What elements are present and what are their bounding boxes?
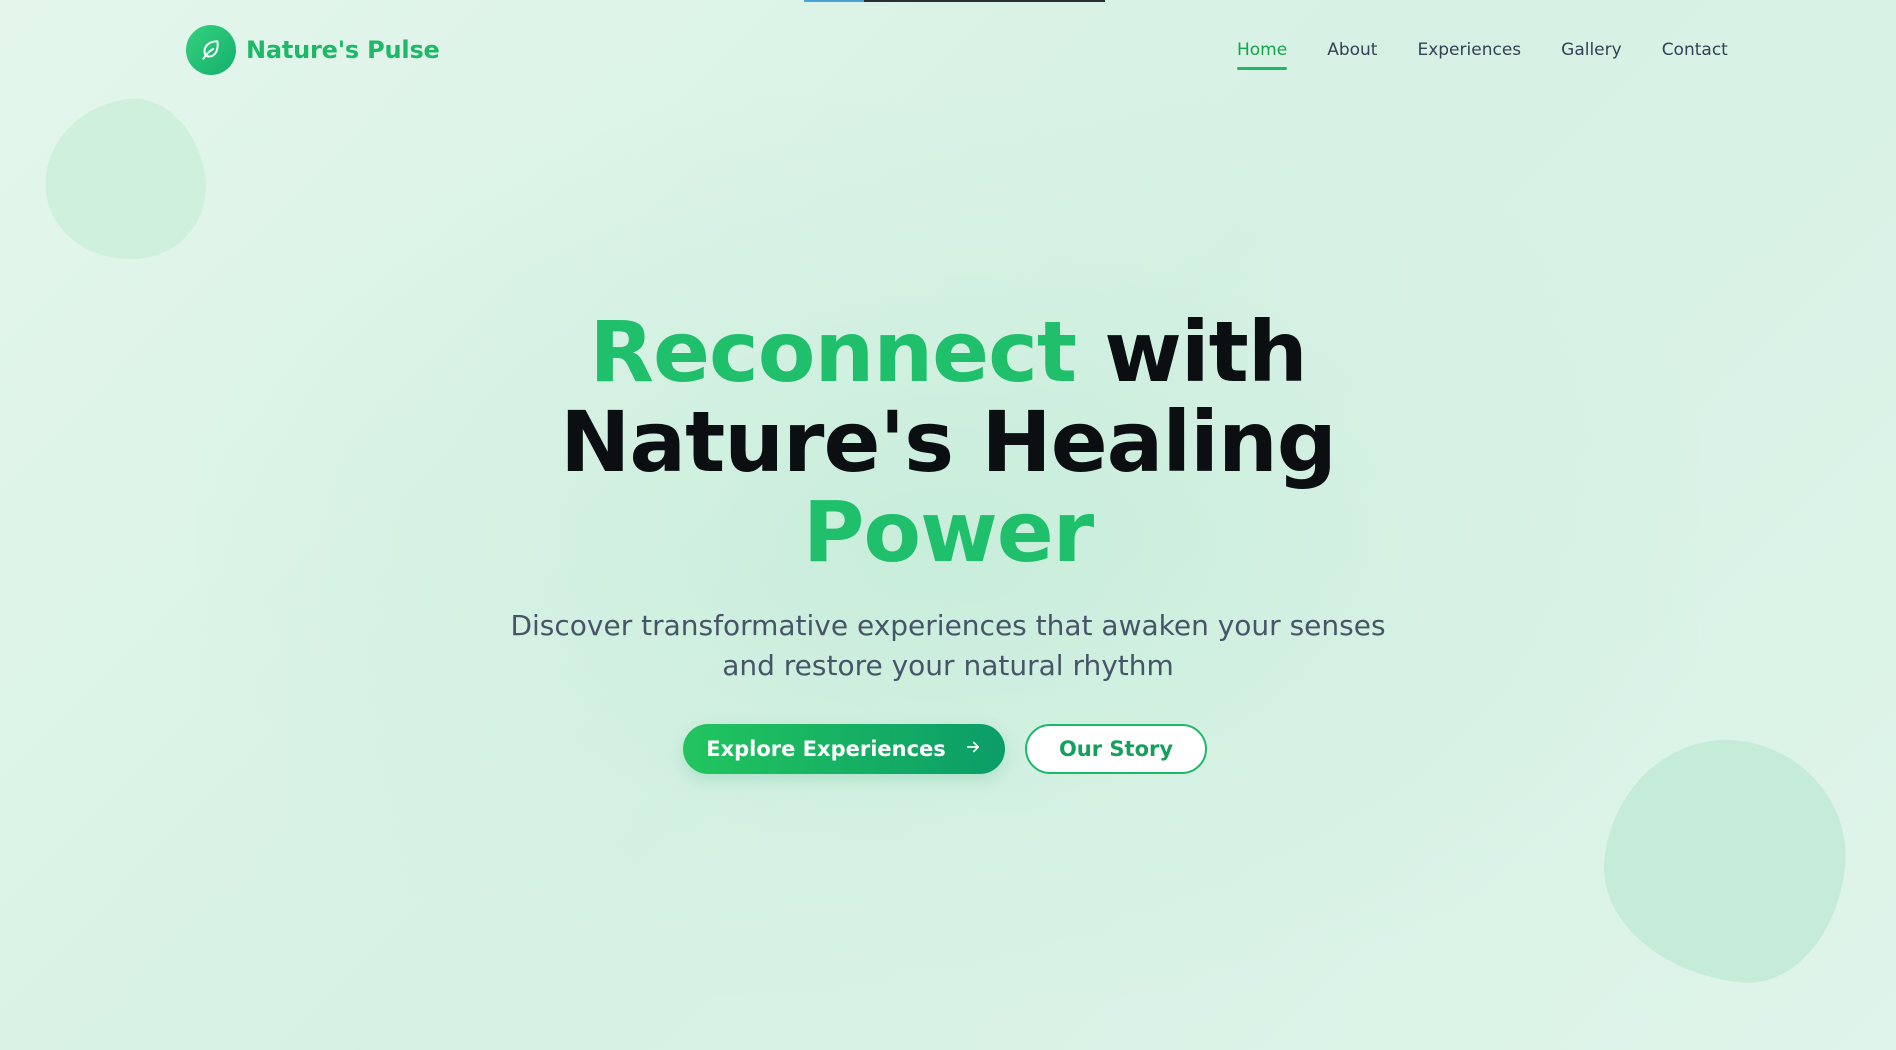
hero-subtitle: Discover transformative experiences that… [498, 606, 1398, 686]
hero-title-natures-healing: Nature's Healing [560, 393, 1337, 491]
explore-experiences-label: Explore Experiences [706, 737, 946, 761]
decorative-blob-right [1593, 728, 1857, 992]
hero-title-accent-power: Power [802, 483, 1094, 581]
hero-cta-group: Explore Experiences Our Story [683, 724, 1207, 774]
explore-experiences-button[interactable]: Explore Experiences [683, 724, 1005, 774]
brand-name: Nature's Pulse [246, 36, 440, 64]
nav-link-contact[interactable]: Contact [1662, 40, 1728, 64]
nav-link-experiences[interactable]: Experiences [1417, 40, 1521, 64]
hero-subtitle-line-2: and restore your natural rhythm [722, 649, 1174, 682]
hero-title-accent-reconnect: Reconnect [589, 303, 1077, 401]
our-story-button[interactable]: Our Story [1025, 724, 1207, 774]
nav-link-gallery[interactable]: Gallery [1561, 40, 1622, 64]
leaf-icon [186, 25, 236, 75]
hero-subtitle-line-1: Discover transformative experiences that… [510, 609, 1386, 642]
nav-link-about[interactable]: About [1327, 40, 1377, 64]
hero-title-with: with [1076, 303, 1307, 401]
hero-title: Reconnect with Nature's Healing Power [448, 307, 1448, 577]
site-header: Nature's Pulse Home About Experiences Ga… [0, 0, 1896, 104]
arrow-right-icon [964, 737, 982, 761]
brand-logo-link[interactable]: Nature's Pulse [186, 25, 440, 75]
main-navigation: Home About Experiences Gallery Contact [1237, 40, 1728, 70]
decorative-blob-left [34, 89, 216, 271]
nav-link-home[interactable]: Home [1237, 40, 1288, 70]
